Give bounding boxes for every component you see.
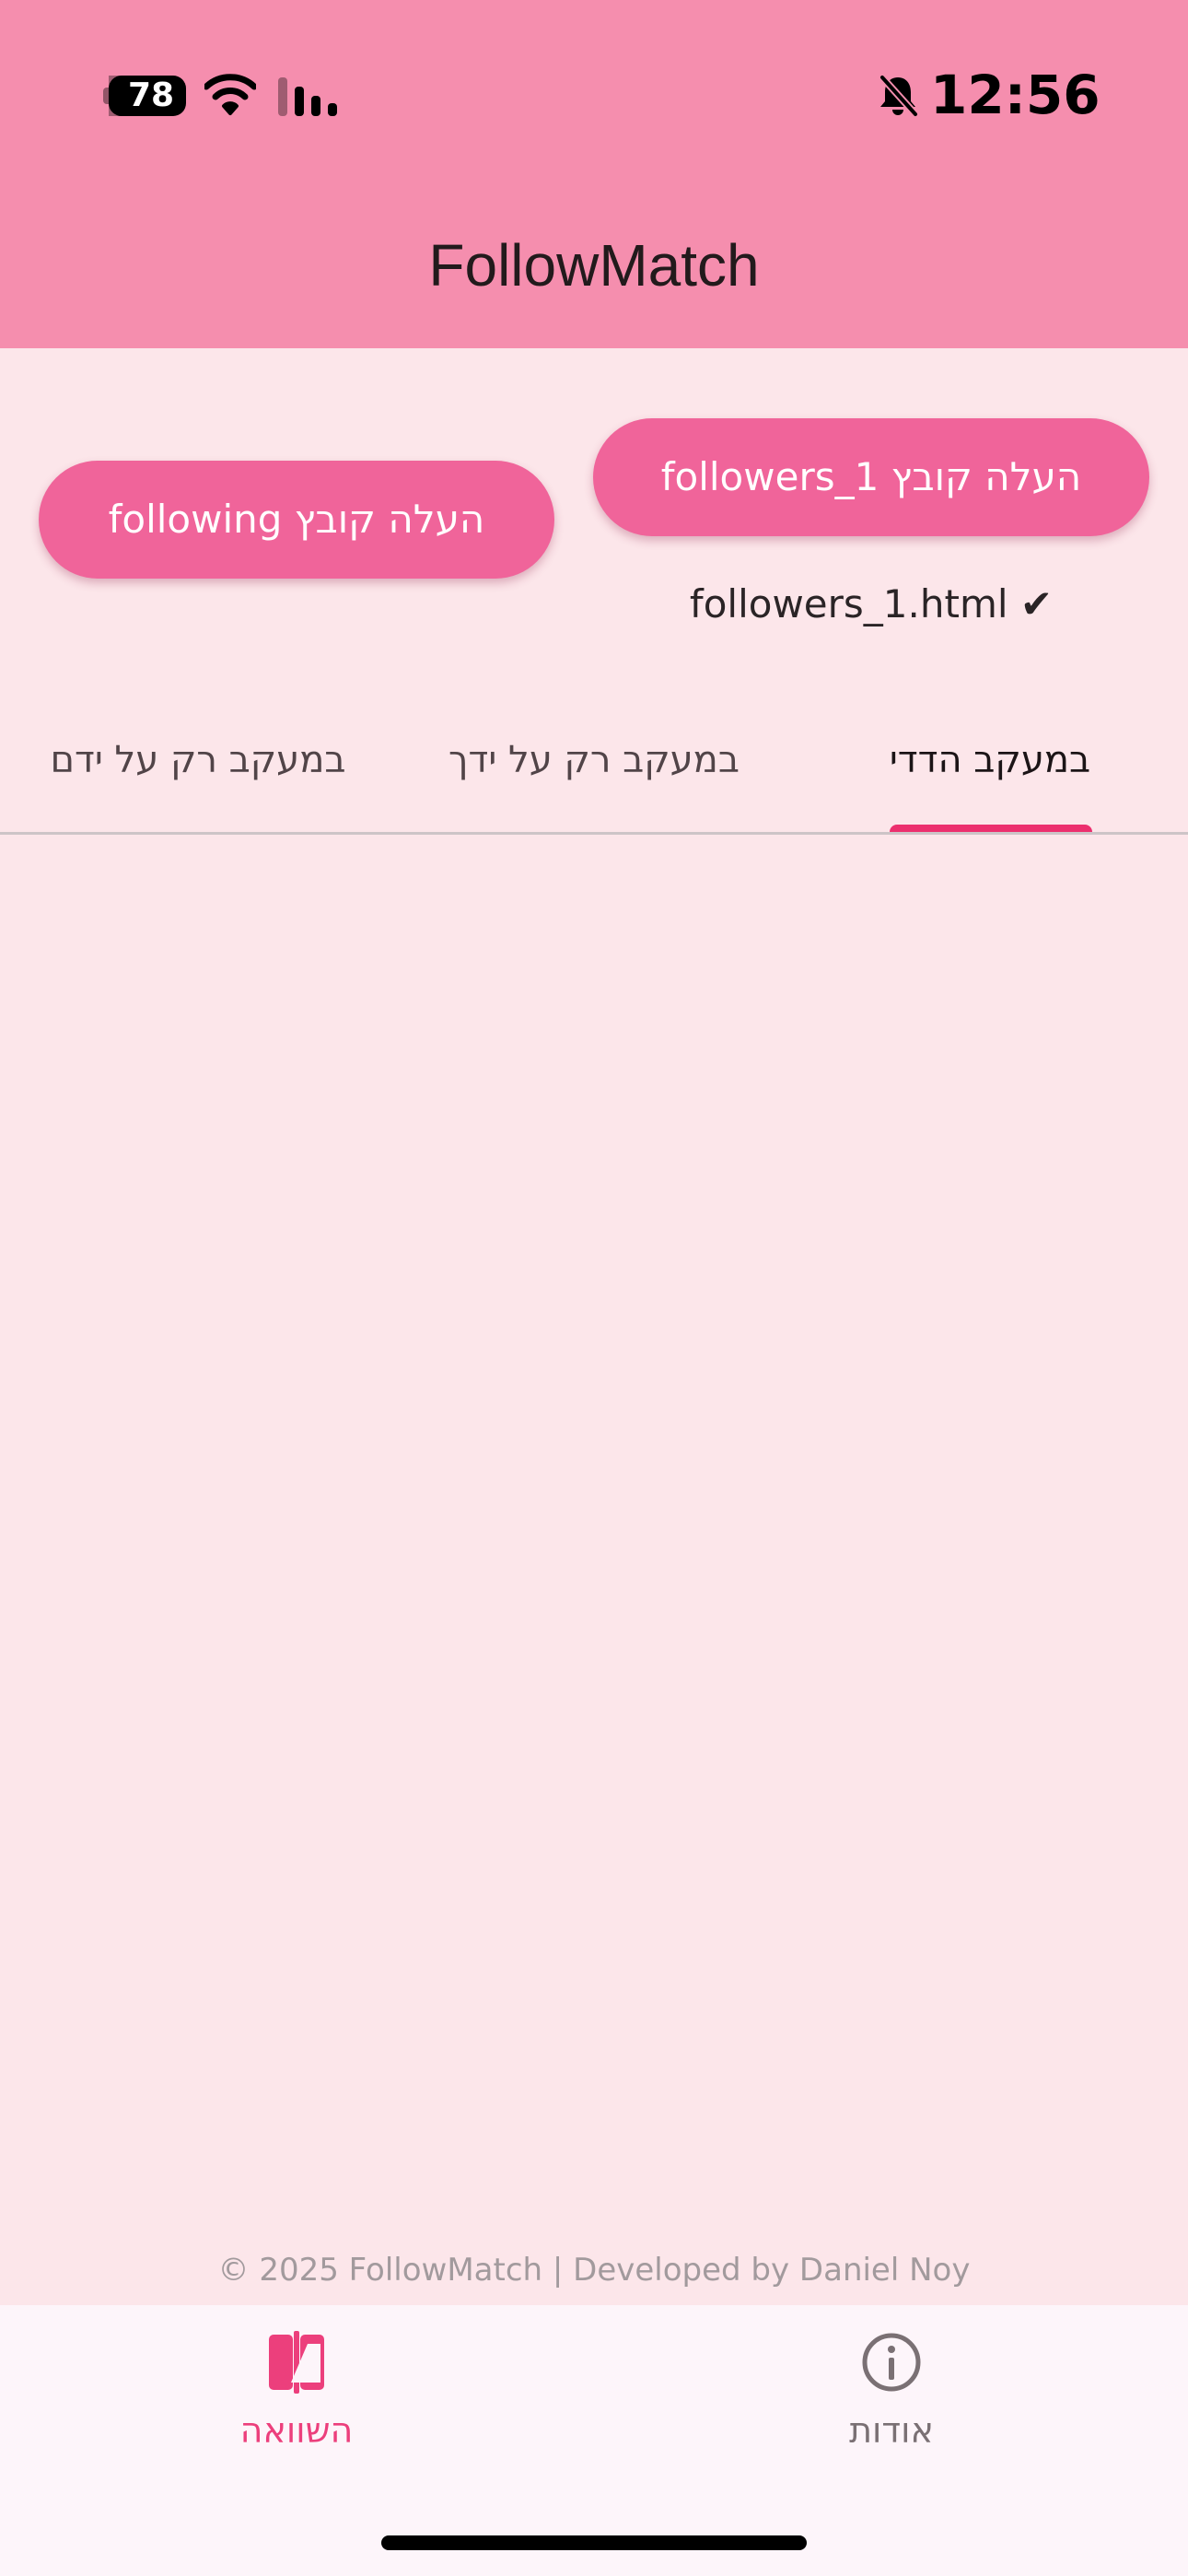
tab-followed-only-by-them[interactable]: במעקב רק על ידם bbox=[0, 700, 396, 820]
battery-icon: 78 bbox=[103, 76, 186, 116]
bell-slash-icon bbox=[879, 74, 919, 118]
status-time: 12:56 bbox=[930, 64, 1101, 126]
tab-followed-only-by-you[interactable]: במעקב רק על ידך bbox=[396, 700, 792, 820]
battery-level: 78 bbox=[127, 76, 175, 114]
tab-bar: במעקב הדדי במעקב רק על ידך במעקב רק על י… bbox=[0, 700, 1188, 835]
upload-followers-button[interactable]: העלה קובץ followers_1 bbox=[593, 418, 1149, 536]
results-list bbox=[0, 835, 1188, 2235]
upload-following-button[interactable]: העלה קובץ following bbox=[39, 461, 554, 579]
wifi-icon bbox=[204, 74, 256, 115]
nav-label-about: אודות bbox=[849, 2410, 934, 2451]
info-icon bbox=[862, 2333, 921, 2392]
nav-item-about[interactable]: אודות bbox=[753, 2322, 1030, 2469]
compare-icon bbox=[269, 2331, 324, 2394]
home-indicator[interactable] bbox=[381, 2535, 807, 2550]
followers-file-status: followers_1.html ✔ bbox=[689, 581, 1054, 626]
cellular-signal-icon bbox=[278, 77, 337, 116]
nav-item-compare[interactable]: השוואה bbox=[158, 2322, 435, 2469]
nav-label-compare: השוואה bbox=[239, 2410, 354, 2451]
tab-mutual[interactable]: במעקב הדדי bbox=[792, 700, 1188, 820]
footer-credit: © 2025 FollowMatch | Developed by Daniel… bbox=[217, 2252, 971, 2289]
app-title: FollowMatch bbox=[428, 232, 760, 299]
status-bar: 78 12:56 bbox=[0, 0, 1188, 193]
